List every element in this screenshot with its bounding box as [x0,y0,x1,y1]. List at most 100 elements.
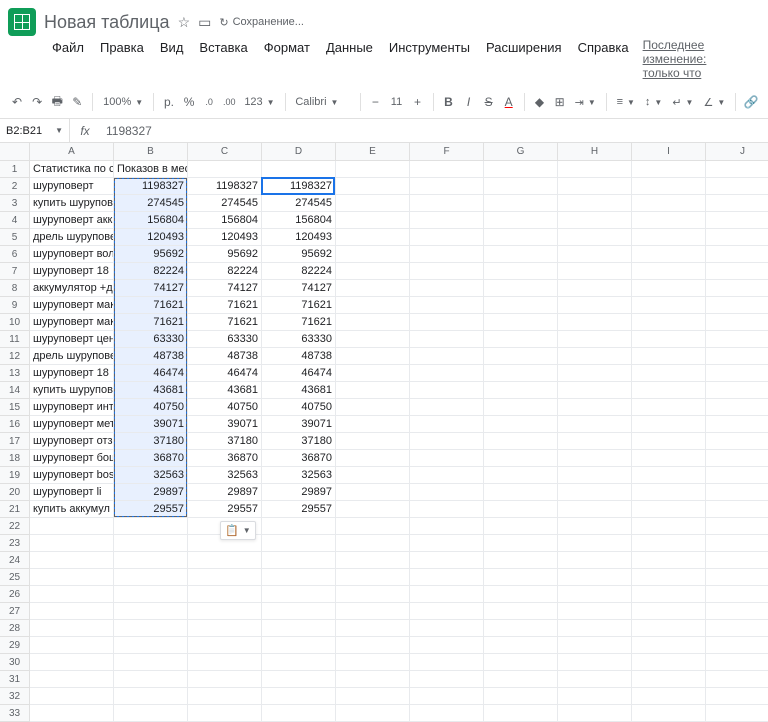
row-header[interactable]: 24 [0,552,30,569]
cell[interactable] [632,365,706,382]
cell[interactable] [410,450,484,467]
borders-icon[interactable]: ⊞ [551,90,569,114]
cell[interactable] [114,569,188,586]
cell[interactable] [558,348,632,365]
cell[interactable] [484,603,558,620]
cell[interactable] [706,671,768,688]
cell[interactable] [558,467,632,484]
cell[interactable] [336,433,410,450]
cell[interactable]: 32563 [262,467,336,484]
h-align-icon[interactable]: ≡▼ [613,96,639,108]
cell[interactable] [336,178,410,195]
cell[interactable] [558,365,632,382]
cell[interactable] [188,637,262,654]
cell[interactable] [706,586,768,603]
cell[interactable] [706,280,768,297]
cell[interactable]: 71621 [114,297,188,314]
cell[interactable]: 71621 [188,297,262,314]
cell[interactable]: шуруповерт мак [30,314,114,331]
cell[interactable] [410,178,484,195]
cell[interactable]: 46474 [114,365,188,382]
cell[interactable] [558,654,632,671]
cell[interactable]: 156804 [188,212,262,229]
cell[interactable] [336,501,410,518]
cell[interactable] [484,433,558,450]
cell[interactable]: шуруповерт цен [30,331,114,348]
row-header[interactable]: 23 [0,535,30,552]
cell[interactable] [632,552,706,569]
cell[interactable] [706,569,768,586]
cell[interactable] [632,195,706,212]
cell[interactable] [188,603,262,620]
cell[interactable] [484,212,558,229]
cell[interactable] [632,535,706,552]
menu-extensions[interactable]: Расширения [480,38,568,80]
cell[interactable] [484,365,558,382]
cell[interactable] [706,467,768,484]
cell[interactable] [632,212,706,229]
cell[interactable]: шуруповерт акк [30,212,114,229]
redo-icon[interactable]: ↷ [28,90,46,114]
cell[interactable] [410,705,484,722]
cell[interactable] [484,382,558,399]
cell[interactable]: 39071 [262,416,336,433]
cell[interactable] [188,586,262,603]
cell[interactable]: шуруповерт инт [30,399,114,416]
cell[interactable] [114,688,188,705]
row-header[interactable]: 32 [0,688,30,705]
doc-title[interactable]: Новая таблица [44,12,170,33]
merge-icon[interactable]: ⇥▼ [571,96,600,109]
font-select[interactable]: Calibri▼ [291,96,353,108]
cell[interactable] [188,671,262,688]
cell[interactable] [410,195,484,212]
cell[interactable] [484,467,558,484]
cell[interactable]: шуруповерт bos [30,467,114,484]
cell[interactable] [558,552,632,569]
cell[interactable] [558,416,632,433]
cell[interactable] [410,535,484,552]
cell[interactable]: 29557 [262,501,336,518]
cell[interactable] [336,382,410,399]
row-header[interactable]: 27 [0,603,30,620]
cell[interactable]: шуруповерт вол [30,246,114,263]
cell[interactable] [114,637,188,654]
cell[interactable] [410,552,484,569]
cell[interactable]: 39071 [188,416,262,433]
cell[interactable] [558,263,632,280]
cell[interactable] [410,467,484,484]
name-box[interactable]: B2:B21▼ [0,119,70,142]
col-header-D[interactable]: D [262,143,336,161]
menu-file[interactable]: Файл [46,38,90,80]
paint-format-icon[interactable]: ✎ [68,90,86,114]
cell[interactable] [336,705,410,722]
row-header[interactable]: 1 [0,161,30,178]
cell[interactable] [558,399,632,416]
cell[interactable] [632,348,706,365]
row-header[interactable]: 15 [0,399,30,416]
cell[interactable] [262,671,336,688]
cell[interactable]: 1198327 [114,178,188,195]
cell[interactable]: 71621 [114,314,188,331]
cell[interactable]: 43681 [262,382,336,399]
cell[interactable] [336,688,410,705]
text-color-icon[interactable]: A [500,90,518,114]
cell[interactable] [410,620,484,637]
cell[interactable] [484,518,558,535]
menu-edit[interactable]: Правка [94,38,150,80]
cell[interactable] [262,161,336,178]
cell[interactable] [410,161,484,178]
cell[interactable] [706,246,768,263]
cell[interactable] [632,603,706,620]
cell[interactable] [706,161,768,178]
cell[interactable] [558,518,632,535]
cell[interactable]: 36870 [188,450,262,467]
cell[interactable]: 74127 [262,280,336,297]
cell[interactable] [114,671,188,688]
row-header[interactable]: 20 [0,484,30,501]
cell[interactable] [30,654,114,671]
cell[interactable] [114,620,188,637]
cell[interactable] [484,229,558,246]
cell[interactable] [632,229,706,246]
cell[interactable] [410,399,484,416]
cell[interactable] [188,705,262,722]
